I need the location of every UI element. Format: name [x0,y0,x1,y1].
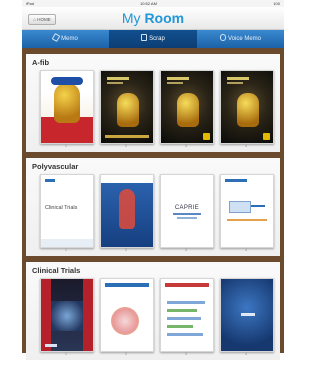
tab-voice-memo-label: Voice Memo [227,36,261,42]
tab-scrap-label: Scrap [149,36,165,42]
section-title: Polyvascular [32,162,79,171]
document-number: 4 [245,248,247,252]
document-thumbnail[interactable] [220,70,274,144]
tab-scrap[interactable]: Scrap [109,30,197,48]
clock: 10:52 AM [140,1,157,6]
tab-bar: Memo Scrap Voice Memo [22,30,284,48]
cover-text: Clinical Trials [45,205,78,211]
tab-voice-memo[interactable]: Voice Memo [197,30,284,48]
document-thumbnail[interactable] [160,278,214,352]
tab-memo[interactable]: Memo [22,30,109,48]
section-afib: A-fib 1 2 3 4 [26,54,280,152]
document-thumbnail[interactable] [100,70,154,144]
document-number: 3 [185,352,187,356]
nav-bar: ⌂ HOME My Room [22,7,284,30]
document-thumbnail[interactable] [40,278,94,352]
cover-text: CAPRIE [174,205,200,211]
document-number: 2 [125,248,127,252]
bookshelf: A-fib 1 2 3 4 Polyvascular Clinical Tria… [22,48,284,360]
document-number: 2 [125,352,127,356]
page-title-prefix: My [121,10,145,26]
document-thumbnail[interactable] [160,70,214,144]
microphone-icon [219,34,226,41]
status-bar: iPad 10:52 AM 100 [22,0,284,7]
page-title-bold: Room [144,10,185,26]
document-number: 1 [65,144,67,148]
document-thumbnail[interactable]: Clinical Trials [40,174,94,248]
clip-icon [141,34,148,41]
document-number: 2 [125,144,127,148]
document-number: 1 [65,352,67,356]
document-thumbnail[interactable] [220,174,274,248]
tab-memo-label: Memo [61,36,78,42]
section-polyvascular: Polyvascular Clinical Trials 1 2 CAPRIE … [26,158,280,256]
document-thumbnail[interactable] [100,174,154,248]
pencil-icon [51,32,61,43]
document-thumbnail[interactable] [100,278,154,352]
section-clinical-trials: Clinical Trials 1 2 3 4 [26,262,280,360]
section-title: A-fib [32,58,50,67]
document-number: 1 [65,248,67,252]
document-number: 4 [245,352,247,356]
document-thumbnail[interactable]: CAPRIE [160,174,214,248]
document-thumbnail[interactable] [220,278,274,352]
battery-level: 100 [273,1,280,6]
document-thumbnail[interactable] [40,70,94,144]
page-title: My Room [22,10,284,26]
section-title: Clinical Trials [32,266,81,275]
carrier-label: iPad [26,1,35,6]
document-number: 4 [245,144,247,148]
document-number: 3 [185,144,187,148]
document-number: 3 [185,248,187,252]
